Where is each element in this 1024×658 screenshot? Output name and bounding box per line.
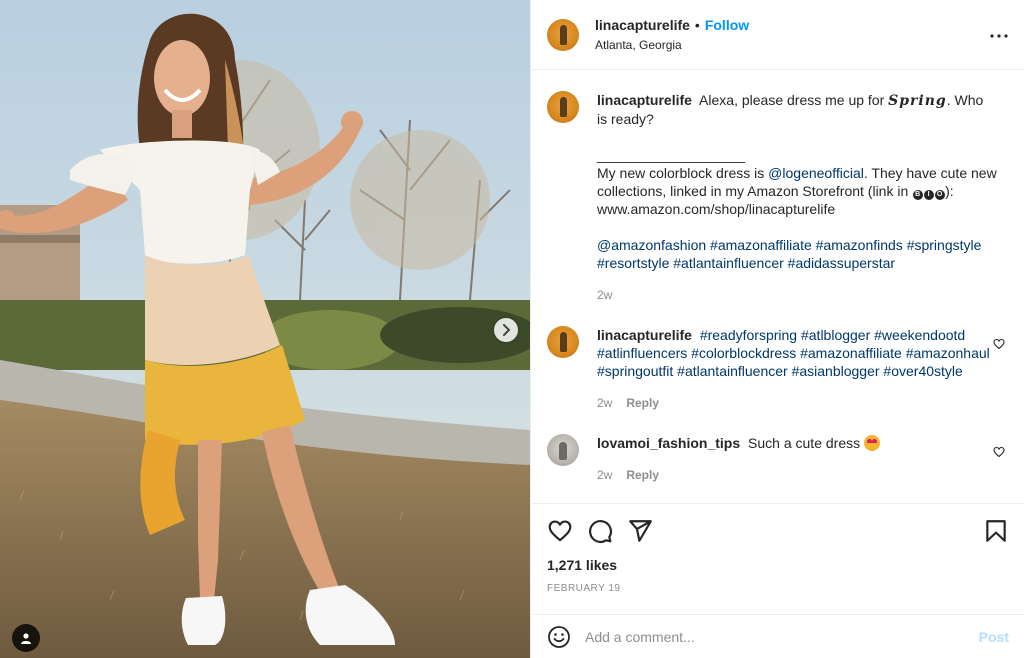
bio-letter-i: I (923, 190, 934, 200)
comment-item: linacapturelife #readyforspring #atlblog… (547, 326, 1009, 412)
post-location[interactable]: Atlanta, Georgia (595, 38, 749, 52)
caption-username[interactable]: linacapturelife (597, 92, 692, 108)
paper-plane-icon[interactable] (627, 518, 653, 544)
bio-letter-o: O (934, 190, 945, 200)
more-options-icon (990, 34, 1008, 38)
caption-styled-word: Spring (888, 93, 947, 109)
comment-time: 2w (597, 468, 613, 482)
reply-button[interactable]: Reply (626, 396, 659, 410)
comment-like-icon[interactable] (993, 338, 1005, 350)
commenter-username[interactable]: lovamoi_fashion_tips (597, 435, 740, 451)
photo-scene (0, 0, 530, 658)
commenter-username[interactable]: linacapturelife (597, 327, 692, 343)
author-username[interactable]: linacapturelife (595, 17, 690, 33)
comment-text: Such a cute dress (748, 435, 861, 451)
caption-url: www.amazon.com/shop/linacapturelife (597, 201, 836, 217)
comment-input[interactable] (585, 628, 979, 645)
smiley-icon[interactable] (547, 625, 571, 649)
comments-list[interactable]: linacapturelife Alexa, please dress me u… (531, 71, 1024, 503)
caption-line2-end: ): (945, 183, 954, 199)
caption-avatar[interactable] (547, 91, 579, 123)
caption: linacapturelife Alexa, please dress me u… (547, 91, 1009, 304)
bookmark-icon[interactable] (983, 518, 1009, 544)
caption-body: linacapturelife Alexa, please dress me u… (597, 91, 997, 304)
comment-composer: Post (531, 614, 1024, 658)
comment-bubble-icon[interactable] (587, 518, 613, 544)
follow-button[interactable]: Follow (705, 17, 749, 33)
bio-letter-b: B (912, 190, 923, 200)
author-avatar[interactable] (547, 18, 579, 51)
comment-body: linacapturelife #readyforspring #atlblog… (597, 326, 997, 412)
likes-count[interactable]: 1,271 likes (547, 557, 617, 573)
commenter-avatar[interactable] (547, 326, 579, 358)
commenter-avatar[interactable] (547, 434, 579, 466)
action-bar (531, 503, 1024, 557)
post-header: linacapturelife • Follow Atlanta, Georgia (531, 0, 1024, 70)
post-side-panel: linacapturelife • Follow Atlanta, Georgia … (530, 0, 1024, 658)
next-photo-button[interactable] (494, 318, 518, 342)
caption-text-start: Alexa, please dress me up for (699, 92, 885, 108)
reply-button[interactable]: Reply (626, 468, 659, 482)
post-comment-button[interactable]: Post (979, 629, 1009, 645)
heart-eyes-emoji-icon (864, 435, 880, 451)
caption-hashtags[interactable]: @amazonfashion #amazonaffiliate #amazonf… (597, 236, 997, 272)
caption-mention[interactable]: @logeneofficial (768, 165, 864, 181)
post-date: FEBRUARY 19 (547, 583, 621, 594)
caption-divider: ___________________ (597, 147, 745, 163)
user-tags-button[interactable] (12, 624, 40, 652)
more-options-button[interactable] (987, 24, 1011, 48)
post-photo[interactable] (0, 0, 530, 658)
instagram-post: linacapturelife • Follow Atlanta, Georgia … (0, 0, 1024, 658)
user-tag-icon (21, 633, 31, 644)
chevron-right-icon (503, 324, 510, 336)
comment-item: lovamoi_fashion_tips Such a cute dress 2… (547, 434, 1009, 484)
comment-like-icon[interactable] (993, 446, 1005, 458)
separator-dot: • (694, 17, 700, 33)
heart-icon[interactable] (547, 518, 573, 544)
comment-time: 2w (597, 396, 613, 410)
caption-time: 2w (597, 288, 613, 302)
caption-line2-start: My new colorblock dress is (597, 165, 765, 181)
comment-body: lovamoi_fashion_tips Such a cute dress 2… (597, 434, 997, 484)
